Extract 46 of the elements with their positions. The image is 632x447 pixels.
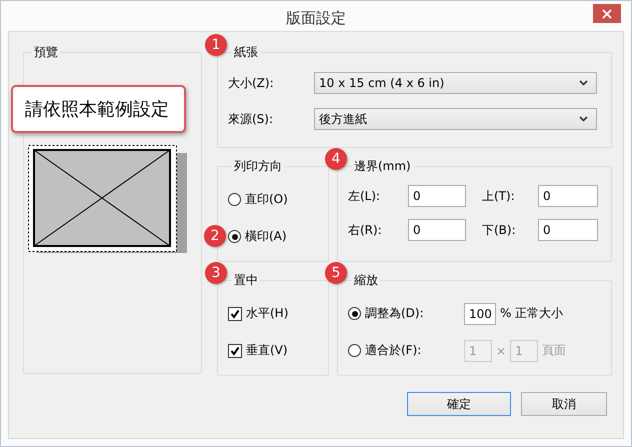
input-field[interactable]: 0 — [538, 185, 598, 207]
option-label: 垂直(V) — [246, 342, 288, 359]
unit-label: % 正常大小 — [500, 305, 564, 322]
step-badge: 5 — [325, 262, 347, 284]
group-label: 紙張 — [233, 44, 259, 61]
input-field[interactable]: 0 — [408, 185, 466, 207]
close-button[interactable] — [593, 4, 621, 23]
option-label: 水平(H) — [246, 305, 288, 322]
radio-button[interactable] — [228, 230, 241, 243]
field-label: 下(B): — [481, 222, 517, 238]
window-title: 版面設定 — [286, 8, 346, 28]
chevron-down-icon — [579, 116, 588, 122]
radio-button[interactable] — [228, 193, 241, 206]
unit-label: 頁面 — [542, 342, 566, 359]
group-label: 預覽 — [33, 44, 59, 61]
option-label: 橫印(A) — [245, 228, 287, 245]
option-label: 適合於(F): — [365, 342, 422, 359]
step-badge: 2 — [204, 225, 226, 247]
input-field[interactable]: 0 — [408, 219, 466, 241]
chevron-down-icon — [579, 80, 588, 86]
checkbox[interactable] — [228, 344, 242, 358]
group-label: 縮放 — [353, 272, 379, 289]
checkbox[interactable] — [228, 306, 242, 320]
group-label: 邊界(mm) — [353, 158, 412, 175]
field-label: 上(T): — [481, 188, 516, 204]
radio-button[interactable] — [348, 307, 361, 320]
group-label: 置中 — [233, 272, 259, 289]
input-field[interactable]: 100 — [464, 302, 496, 324]
field-label: 左(L): — [348, 188, 382, 204]
field-label: 大小(Z): — [228, 74, 275, 92]
option-label: 直印(O) — [245, 191, 288, 208]
step-badge: 1 — [205, 34, 227, 56]
option-label: 調整為(D): — [365, 305, 425, 322]
dialog-button[interactable]: 取消 — [521, 392, 607, 416]
group-label: 列印方向 — [233, 158, 283, 175]
times-sign: × — [496, 344, 506, 358]
dropdown[interactable]: 10 x 15 cm (4 x 6 in) — [314, 72, 597, 94]
field-label: 右(R): — [348, 222, 383, 238]
input-field[interactable]: 0 — [538, 219, 598, 241]
callout-note: 請依照本範例設定 — [11, 85, 186, 133]
step-badge: 3 — [205, 262, 227, 284]
field-label: 來源(S): — [228, 110, 274, 128]
dropdown[interactable]: 後方進紙 — [314, 108, 597, 130]
step-badge: 4 — [325, 148, 347, 170]
close-icon — [602, 8, 612, 18]
dialog-button[interactable]: 確定 — [407, 392, 511, 416]
